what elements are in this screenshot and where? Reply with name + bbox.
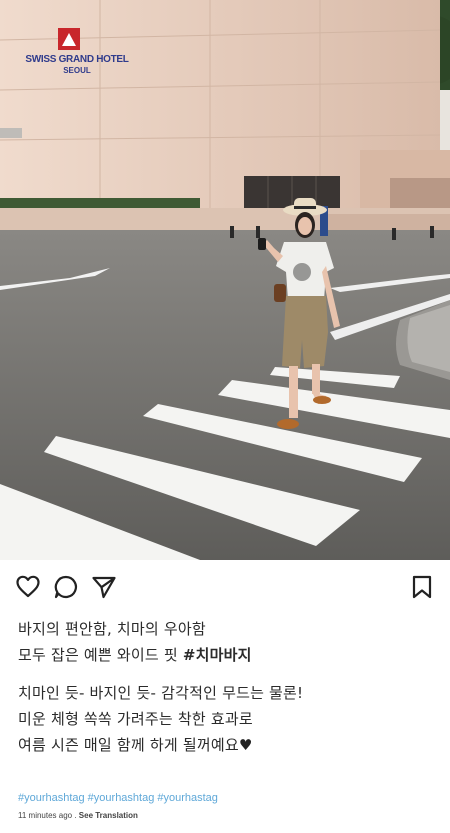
paper-plane-icon bbox=[92, 576, 116, 599]
hashtag-link[interactable]: #yourhashtag bbox=[88, 792, 155, 804]
heart-icon: ♥ bbox=[238, 736, 253, 754]
hashtag-link[interactable]: #yourhastag bbox=[157, 792, 218, 804]
caption-line-4: 미운 체형 쏙쏙 가려주는 착한 효과로 bbox=[18, 710, 253, 728]
hashtag-link[interactable]: #yourhashtag bbox=[18, 792, 85, 804]
hotel-sign: SWISS GRAND HOTEL SEOUL bbox=[22, 54, 132, 75]
caption-line-5: 여름 시즌 매일 함께 하게 될꺼예요♥ bbox=[18, 732, 438, 758]
like-button[interactable] bbox=[15, 574, 41, 600]
comment-button[interactable] bbox=[53, 574, 79, 600]
comment-bubble-icon bbox=[54, 575, 77, 599]
caption-line-3: 치마인 듯- 바지인 듯- 감각적인 무드는 물론! bbox=[18, 684, 304, 702]
caption-line-5-text: 여름 시즌 매일 함께 하게 될꺼예요 bbox=[18, 736, 239, 754]
post-caption: 바지의 편안함, 치마의 우아함 모두 잡은 예쁜 와이드 핏 #치마바지 치마… bbox=[18, 616, 438, 758]
post-meta: 11 minutes ago . See Translation bbox=[18, 811, 138, 820]
hotel-sign-name: SWISS GRAND HOTEL bbox=[25, 54, 129, 65]
save-button[interactable] bbox=[409, 574, 435, 600]
post-timestamp: 11 minutes ago bbox=[18, 811, 73, 820]
hotel-sign-city: SEOUL bbox=[63, 66, 91, 75]
meta-separator: . bbox=[72, 811, 79, 820]
bookmark-outline-icon bbox=[412, 575, 432, 599]
caption-line-1: 바지의 편안함, 치마의 우아함 bbox=[18, 620, 206, 638]
caption-line-2-text: 모두 잡은 예쁜 와이드 핏 bbox=[18, 646, 183, 664]
caption-hashtag[interactable]: #치마바지 bbox=[183, 646, 252, 664]
post-photo[interactable]: SWISS GRAND HOTEL SEOUL bbox=[0, 0, 450, 560]
heart-outline-icon bbox=[16, 575, 40, 598]
post-action-bar bbox=[0, 568, 450, 604]
see-translation-link[interactable]: See Translation bbox=[79, 811, 138, 820]
hashtag-list: #yourhashtag #yourhashtag #yourhastag bbox=[18, 792, 221, 804]
caption-line-2: 모두 잡은 예쁜 와이드 핏 #치마바지 bbox=[18, 642, 438, 668]
share-button[interactable] bbox=[91, 574, 117, 600]
